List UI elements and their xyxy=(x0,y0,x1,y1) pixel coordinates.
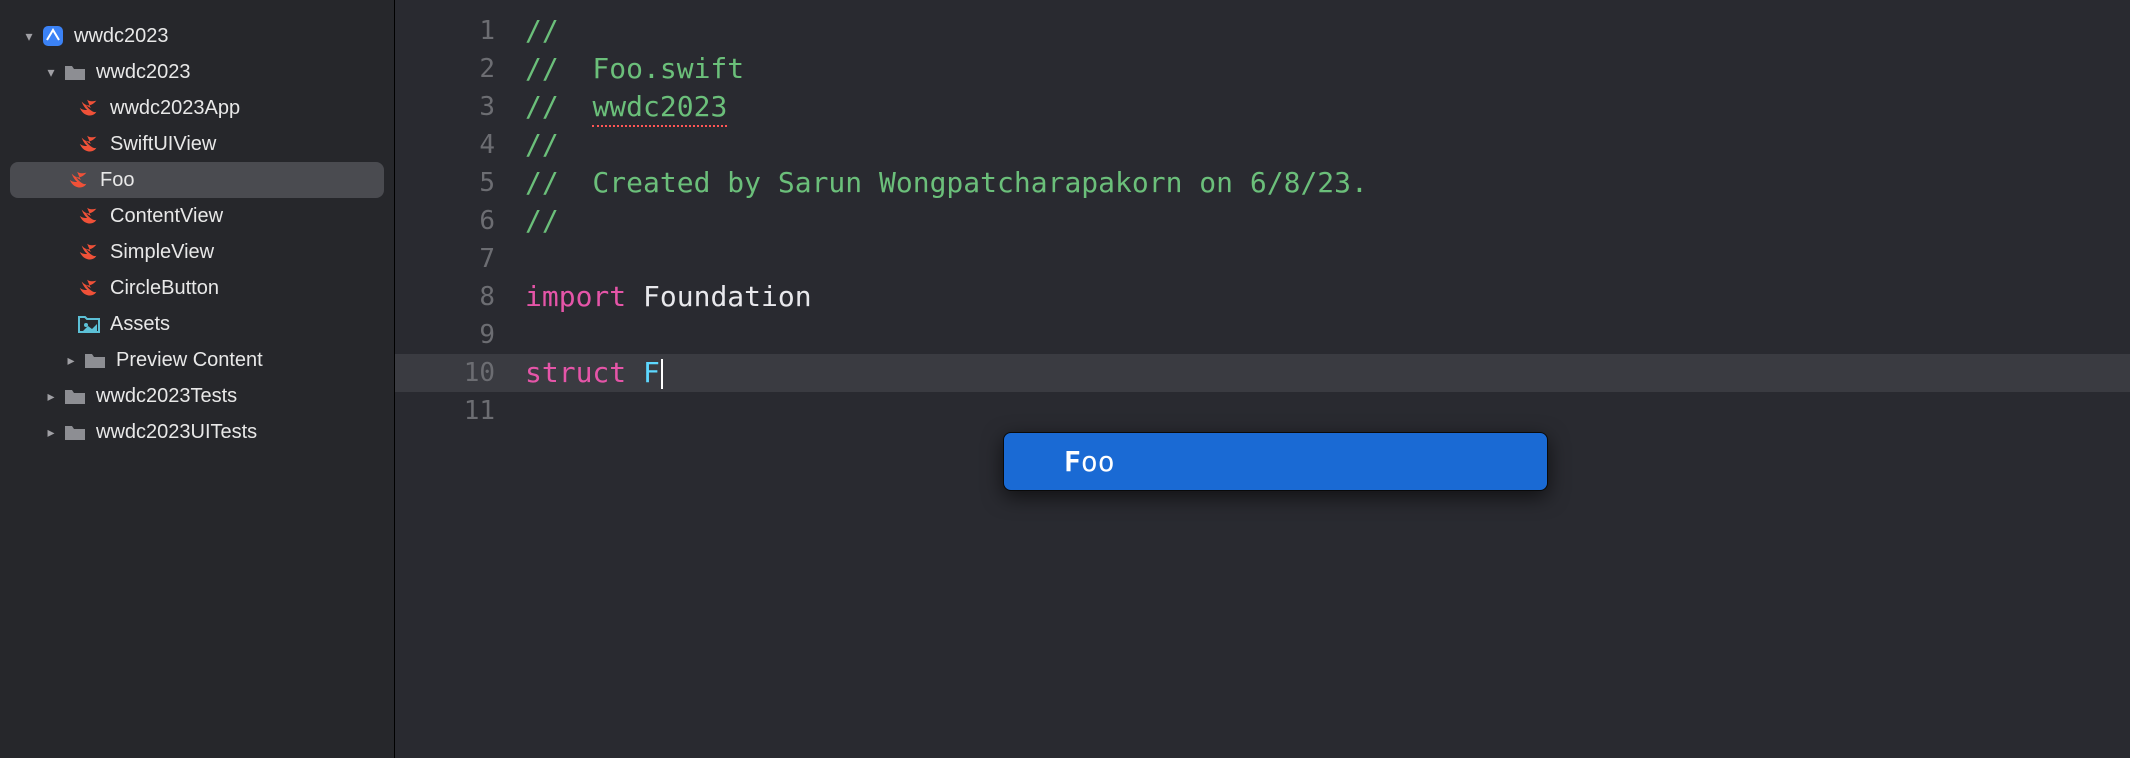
code-line[interactable]: struct F xyxy=(525,354,1368,392)
sidebar-item-label: Assets xyxy=(110,313,170,336)
sidebar-file-simpleview[interactable]: SimpleView xyxy=(10,234,384,270)
line-number: 8 xyxy=(395,278,515,316)
sidebar-item-label: ContentView xyxy=(110,205,223,228)
code-editor[interactable]: 1234567891011 //// Foo.swift// wwdc2023/… xyxy=(395,0,2130,758)
code-token: // Foo.swift xyxy=(525,52,744,85)
chevron-right-icon[interactable]: ▸ xyxy=(42,388,60,405)
line-number: 5 xyxy=(395,164,515,202)
sidebar-item-label: Preview Content xyxy=(116,349,263,372)
line-number: 7 xyxy=(395,240,515,278)
line-number: 3 xyxy=(395,88,515,126)
folder-icon xyxy=(62,59,88,85)
sidebar-folder-wwdc2023tests[interactable]: ▸ wwdc2023Tests xyxy=(10,378,384,414)
sidebar-folder-wwdc2023[interactable]: ▾ wwdc2023 xyxy=(10,54,384,90)
code-line[interactable]: // xyxy=(525,202,1368,240)
folder-icon xyxy=(62,383,88,409)
line-number: 11 xyxy=(395,392,515,430)
code-line[interactable] xyxy=(525,316,1368,354)
line-number: 1 xyxy=(395,12,515,50)
chevron-right-icon[interactable]: ▸ xyxy=(62,352,80,369)
code-line[interactable]: // xyxy=(525,126,1368,164)
code-token: // xyxy=(525,14,559,47)
code-token: F xyxy=(643,356,660,389)
line-number: 2 xyxy=(395,50,515,88)
sidebar-item-label: CircleButton xyxy=(110,277,219,300)
sidebar-item-label: wwdc2023UITests xyxy=(96,421,257,444)
code-token: // xyxy=(525,204,559,237)
sidebar-item-label: SimpleView xyxy=(110,241,214,264)
line-number: 6 xyxy=(395,202,515,240)
project-root[interactable]: ▾ wwdc2023 xyxy=(10,18,384,54)
sidebar-item-label: SwiftUIView xyxy=(110,133,216,156)
code-content[interactable]: //// Foo.swift// wwdc2023//// Created by… xyxy=(525,12,1368,430)
text-cursor xyxy=(661,359,663,389)
project-navigator[interactable]: ▾ wwdc2023 ▾ wwdc2023 wwdc2023App SwiftU… xyxy=(0,0,395,758)
sidebar-file-wwdc2023app[interactable]: wwdc2023App xyxy=(10,90,384,126)
swift-file-icon xyxy=(76,131,102,157)
chevron-right-icon[interactable]: ▸ xyxy=(42,424,60,441)
line-number: 9 xyxy=(395,316,515,354)
code-token: wwdc2023 xyxy=(592,90,727,127)
code-token: // xyxy=(525,90,592,123)
swift-file-icon xyxy=(76,203,102,229)
sidebar-file-swiftuiview[interactable]: SwiftUIView xyxy=(10,126,384,162)
autocomplete-popup[interactable]: Foo xyxy=(1003,432,1548,491)
line-number: 10 xyxy=(395,354,515,392)
sidebar-item-label: wwdc2023 xyxy=(96,61,191,84)
code-line[interactable]: // Created by Sarun Wongpatcharapakorn o… xyxy=(525,164,1368,202)
code-token: import xyxy=(525,280,626,313)
project-name: wwdc2023 xyxy=(74,25,169,48)
line-number: 4 xyxy=(395,126,515,164)
sidebar-file-assets[interactable]: Assets xyxy=(10,306,384,342)
sidebar-item-label: wwdc2023Tests xyxy=(96,385,237,408)
line-number-gutter: 1234567891011 xyxy=(395,12,515,430)
swift-file-icon xyxy=(76,275,102,301)
code-line[interactable] xyxy=(525,240,1368,278)
sidebar-folder-preview-content[interactable]: ▸ Preview Content xyxy=(10,342,384,378)
code-line[interactable] xyxy=(525,392,1368,430)
swift-file-icon xyxy=(76,95,102,121)
xcode-project-icon xyxy=(40,23,66,49)
assets-icon xyxy=(76,311,102,337)
sidebar-item-label: Foo xyxy=(100,169,134,192)
code-token: // Created by Sarun Wongpatcharapakorn o… xyxy=(525,166,1368,199)
code-token: // xyxy=(525,128,559,161)
code-token: struct xyxy=(525,356,626,389)
code-line[interactable]: import Foundation xyxy=(525,278,1368,316)
sidebar-file-circlebutton[interactable]: CircleButton xyxy=(10,270,384,306)
code-line[interactable]: // xyxy=(525,12,1368,50)
chevron-down-icon[interactable]: ▾ xyxy=(42,64,60,81)
autocomplete-match-bold: F xyxy=(1064,445,1081,478)
code-token xyxy=(626,356,643,389)
autocomplete-item[interactable]: Foo xyxy=(1004,441,1547,482)
swift-file-icon xyxy=(76,239,102,265)
sidebar-item-label: wwdc2023App xyxy=(110,97,240,120)
code-line[interactable]: // Foo.swift xyxy=(525,50,1368,88)
swift-file-icon xyxy=(66,167,92,193)
code-token: Foundation xyxy=(626,280,811,313)
code-line[interactable]: // wwdc2023 xyxy=(525,88,1368,126)
chevron-down-icon[interactable]: ▾ xyxy=(20,28,38,45)
sidebar-folder-wwdc2023uitests[interactable]: ▸ wwdc2023UITests xyxy=(10,414,384,450)
folder-icon xyxy=(62,419,88,445)
folder-icon xyxy=(82,347,108,373)
autocomplete-match-rest: oo xyxy=(1081,445,1115,478)
sidebar-file-foo[interactable]: Foo xyxy=(10,162,384,198)
sidebar-file-contentview[interactable]: ContentView xyxy=(10,198,384,234)
